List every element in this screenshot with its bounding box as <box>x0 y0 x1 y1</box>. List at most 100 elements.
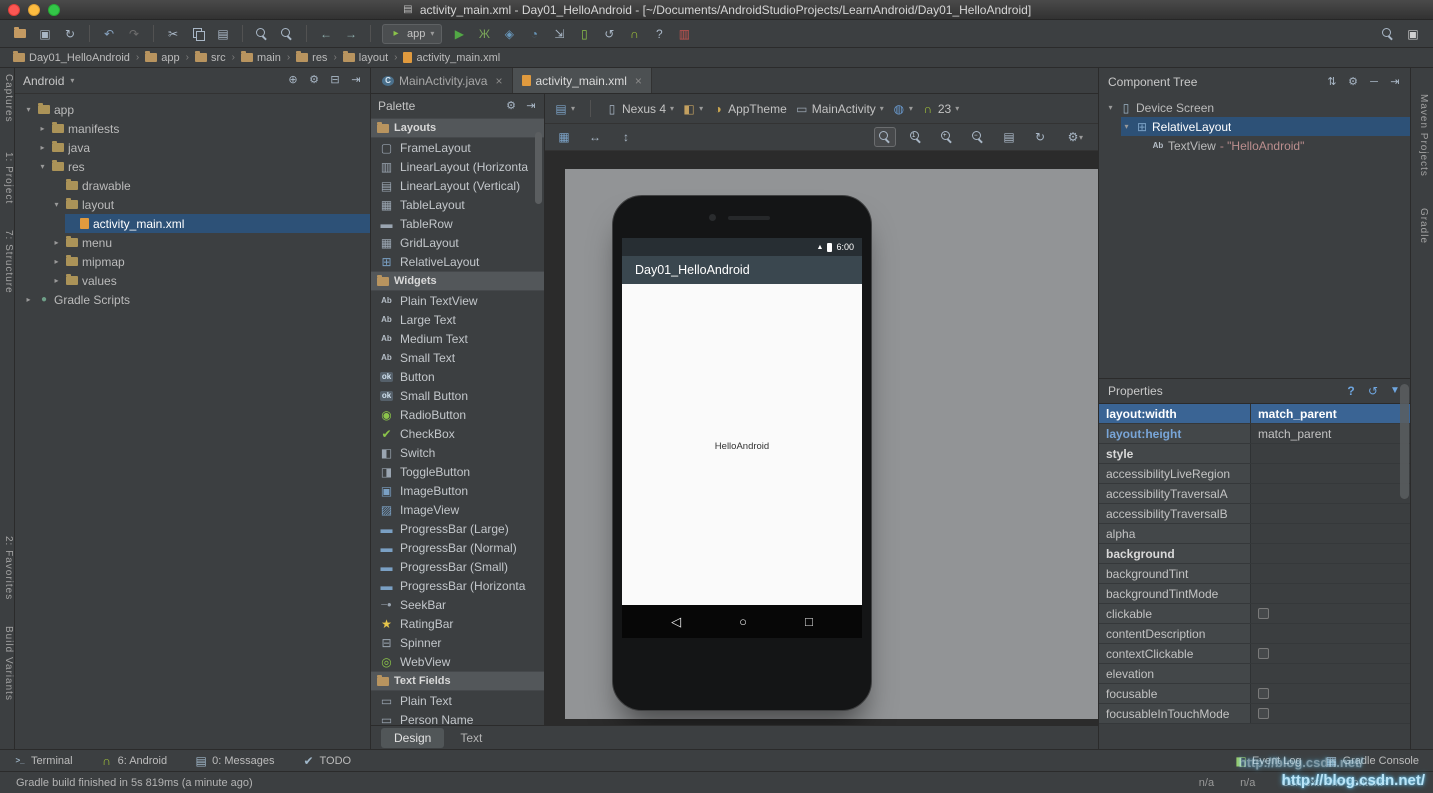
palette-item-switch[interactable]: ◧ Switch <box>371 443 544 462</box>
hide-panel-icon[interactable]: ⇥ <box>525 100 537 112</box>
project-view-selector[interactable]: Android <box>23 74 64 88</box>
properties-scrollbar[interactable] <box>1400 384 1409 499</box>
hide-panel-icon[interactable]: ⇥ <box>1389 76 1401 88</box>
preview-doc-button[interactable]: ▤ <box>998 127 1020 147</box>
avd-manager-button[interactable]: ▯ <box>572 23 596 45</box>
palette-item-gridlayout[interactable]: ▦ GridLayout <box>371 233 544 252</box>
property-row-background[interactable]: background <box>1099 544 1410 564</box>
open-file-button[interactable] <box>8 23 32 45</box>
property-row-focusableintouchmode[interactable]: focusableInTouchMode <box>1099 704 1410 724</box>
chevron-right-icon[interactable]: ▸ <box>37 124 48 133</box>
run-coverage-button[interactable]: ◈ <box>497 23 521 45</box>
zoom-window-button[interactable] <box>48 4 60 16</box>
chevron-down-icon[interactable]: ▾ <box>1105 103 1116 112</box>
palette-item-large-text[interactable]: Ab Large Text <box>371 310 544 329</box>
palette-item-ratingbar[interactable]: ★ RatingBar <box>371 614 544 633</box>
nav-recents-icon[interactable]: □ <box>805 614 813 629</box>
property-value[interactable] <box>1251 524 1410 543</box>
property-row-contentdescription[interactable]: contentDescription <box>1099 624 1410 644</box>
project-tree-item-manifests[interactable]: ▸ manifests <box>15 119 370 138</box>
property-row-focusable[interactable]: focusable <box>1099 684 1410 704</box>
breadcrumb-item-activity-main-xml[interactable]: activity_main.xml <box>400 52 503 64</box>
palette-item-plain-text[interactable]: ▭ Plain Text <box>371 691 544 710</box>
palette-item-webview[interactable]: ◎ WebView <box>371 652 544 671</box>
project-tree-item-drawable[interactable]: drawable <box>15 176 370 195</box>
orientation-select[interactable]: ◧ ▾ <box>683 103 703 115</box>
match-height-button[interactable]: ↕ <box>615 127 637 147</box>
property-value[interactable] <box>1251 624 1410 643</box>
back-button[interactable]: ← <box>314 23 338 45</box>
revert-icon[interactable]: ↺ <box>1367 385 1379 397</box>
property-row-layout-height[interactable]: layout:height match_parent <box>1099 424 1410 444</box>
tool-tab-1-project[interactable]: 1: Project <box>1 152 14 204</box>
match-width-button[interactable]: ↔ <box>584 127 606 147</box>
checkbox[interactable] <box>1258 708 1269 719</box>
property-value[interactable] <box>1251 444 1410 463</box>
profiler-button[interactable]: ◔ <box>522 23 546 45</box>
settings-button[interactable]: ▥ <box>672 23 696 45</box>
sync-gradle-button[interactable]: ↺ <box>597 23 621 45</box>
close-icon[interactable]: × <box>495 74 502 88</box>
project-tree-item-res[interactable]: ▾ res <box>15 157 370 176</box>
tool-button-0-messages[interactable]: ▤ 0: Messages <box>195 755 274 767</box>
palette-item-small-text[interactable]: Ab Small Text <box>371 348 544 367</box>
palette-item-medium-text[interactable]: Ab Medium Text <box>371 329 544 348</box>
sort-icon[interactable]: ⇅ <box>1326 76 1338 88</box>
breadcrumb-item-app[interactable]: app <box>142 51 182 64</box>
tool-tab-2-favorites[interactable]: 2: Favorites <box>1 536 14 600</box>
checkbox[interactable] <box>1258 648 1269 659</box>
breadcrumb-item-layout[interactable]: layout <box>340 51 391 64</box>
project-tree-item-menu[interactable]: ▸ menu <box>15 233 370 252</box>
palette-item-small-button[interactable]: ok Small Button <box>371 386 544 405</box>
search-everywhere-button[interactable] <box>1376 23 1400 45</box>
property-row-accessibilityliveregion[interactable]: accessibilityLiveRegion <box>1099 464 1410 484</box>
property-value[interactable] <box>1251 584 1410 603</box>
property-value[interactable] <box>1251 484 1410 503</box>
copy-button[interactable] <box>186 23 210 45</box>
property-value[interactable] <box>1251 544 1410 563</box>
phone-content[interactable]: HelloAndroid <box>622 284 862 605</box>
api-version-select[interactable]: ∩ 23 ▾ <box>922 102 960 116</box>
project-tree-item-activity-main-xml[interactable]: activity_main.xml <box>15 214 370 233</box>
chevron-right-icon[interactable]: ▸ <box>37 143 48 152</box>
property-value[interactable] <box>1251 644 1410 663</box>
debug-button[interactable]: Ж <box>472 23 496 45</box>
component-tree-item-device-screen[interactable]: ▾ ▯ Device Screen <box>1099 98 1410 117</box>
project-tree-item-mipmap[interactable]: ▸ mipmap <box>15 252 370 271</box>
palette-section-text-fields[interactable]: Text Fields <box>371 671 544 691</box>
chevron-down-icon[interactable]: ▾ <box>1121 122 1132 131</box>
palette-section-layouts[interactable]: Layouts <box>371 118 544 138</box>
close-icon[interactable]: × <box>635 74 642 88</box>
chevron-down-icon[interactable]: ▾ <box>51 200 62 209</box>
breadcrumb-item-day01-helloandroid[interactable]: Day01_HelloAndroid <box>10 51 133 64</box>
palette-item-progressbar-large[interactable]: ▬ ProgressBar (Large) <box>371 519 544 538</box>
run-button[interactable]: ▶ <box>447 23 471 45</box>
palette-scrollbar[interactable] <box>535 132 542 204</box>
save-all-button[interactable]: ▣ <box>33 23 57 45</box>
palette-item-linearlayout-vertical[interactable]: ▤ LinearLayout (Vertical) <box>371 176 544 195</box>
attach-debugger-button[interactable]: ⇲ <box>547 23 571 45</box>
project-tree-item-layout[interactable]: ▾ layout <box>15 195 370 214</box>
palette-item-tablerow[interactable]: ▬ TableRow <box>371 214 544 233</box>
nav-back-icon[interactable]: ◁ <box>671 614 681 630</box>
device-select[interactable]: ▯ Nexus 4 ▾ <box>606 102 674 116</box>
palette-item-imagebutton[interactable]: ▣ ImageButton <box>371 481 544 500</box>
tool-tab-gradle[interactable]: Gradle <box>1416 208 1429 244</box>
gear-icon[interactable]: ⚙ <box>505 100 517 112</box>
project-tree-item-app[interactable]: ▾ app <box>15 100 370 119</box>
tool-button-todo[interactable]: ✔ TODO <box>303 755 351 767</box>
find-button[interactable] <box>250 23 274 45</box>
palette-item-spinner[interactable]: ⊟ Spinner <box>371 633 544 652</box>
breadcrumb-item-src[interactable]: src <box>192 51 229 64</box>
property-row-accessibilitytraversalb[interactable]: accessibilityTraversalB <box>1099 504 1410 524</box>
undo-button[interactable]: ↶ <box>97 23 121 45</box>
project-tree-item-java[interactable]: ▸ java <box>15 138 370 157</box>
cut-button[interactable]: ✂ <box>161 23 185 45</box>
help-button[interactable]: ? <box>647 23 671 45</box>
gear-icon[interactable]: ⚙ <box>308 75 320 86</box>
property-row-elevation[interactable]: elevation <box>1099 664 1410 684</box>
tool-tab-build-variants[interactable]: Build Variants <box>1 626 14 701</box>
hide-panel-icon[interactable]: ⇥ <box>350 75 362 86</box>
palette-item-plain-textview[interactable]: Ab Plain TextView <box>371 291 544 310</box>
property-row-backgroundtint[interactable]: backgroundTint <box>1099 564 1410 584</box>
